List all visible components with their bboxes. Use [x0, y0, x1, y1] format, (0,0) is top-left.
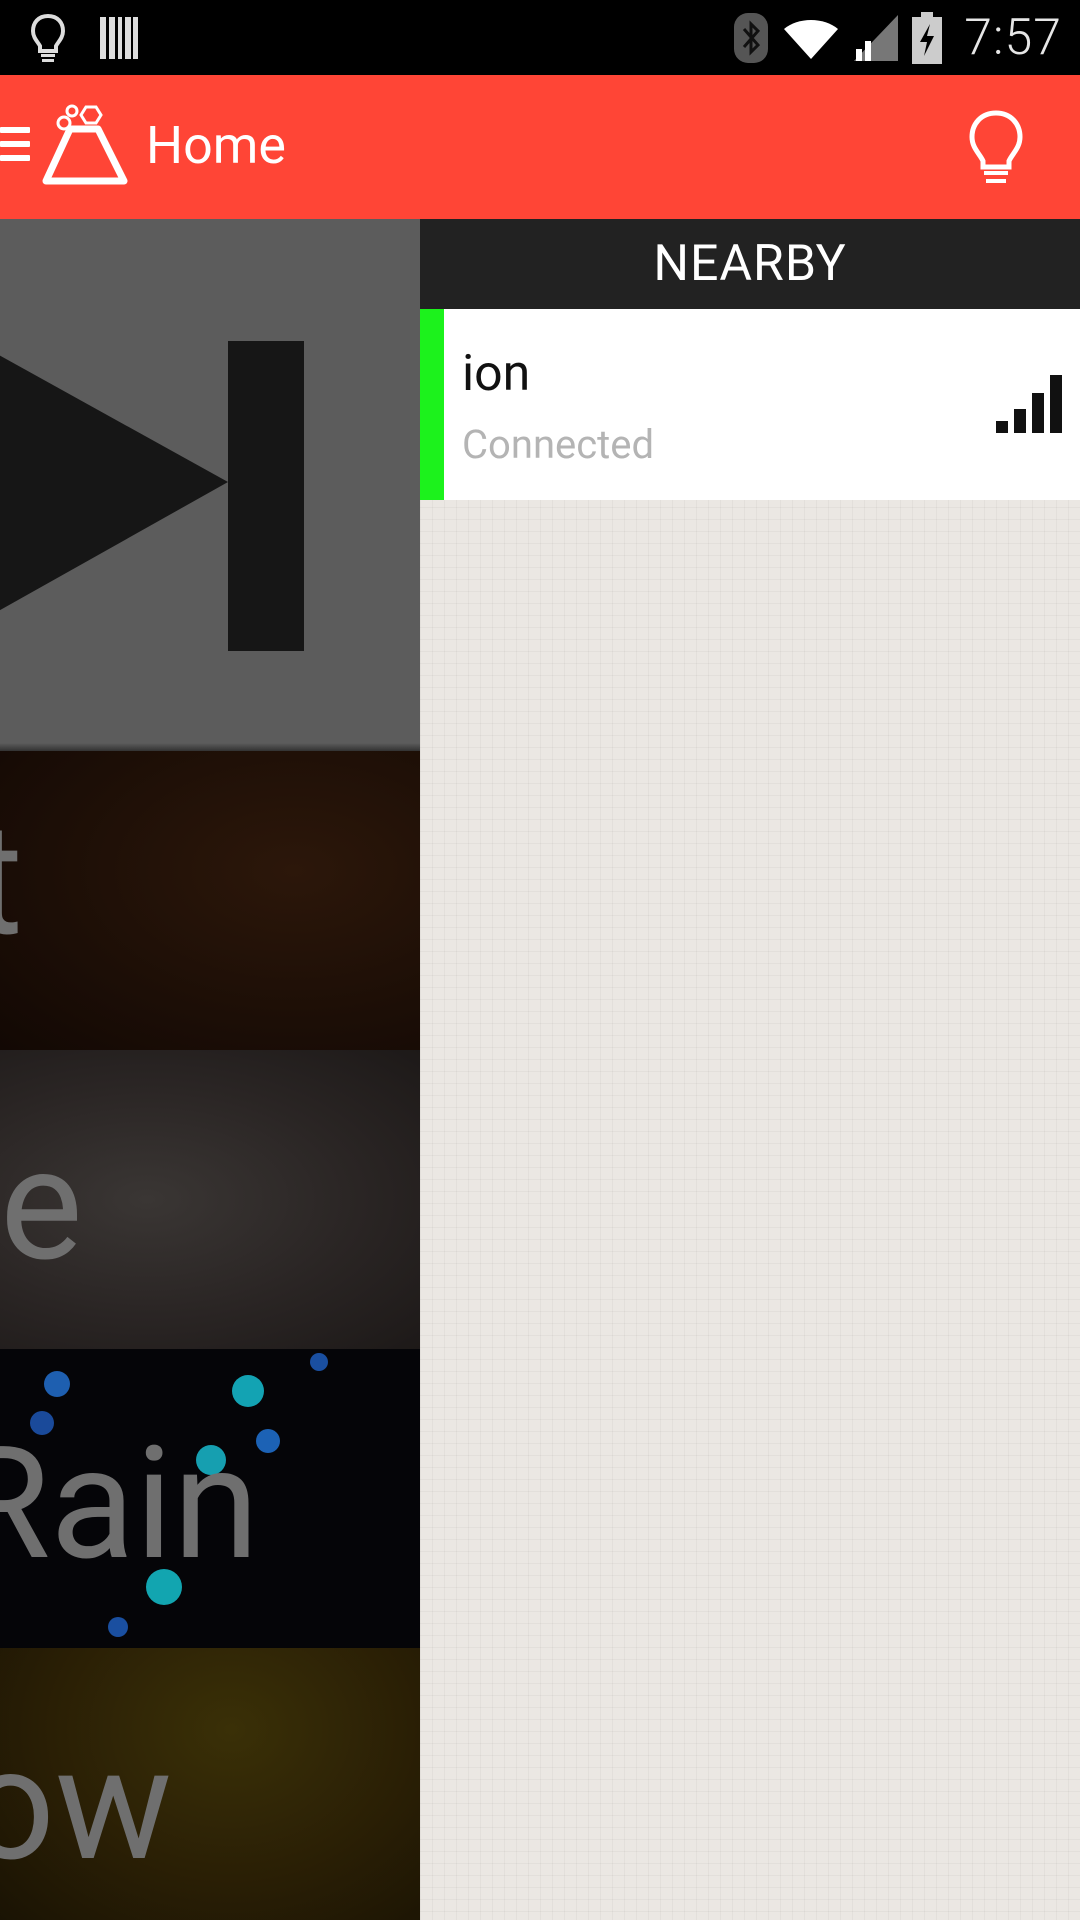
tile-label: ow [0, 1714, 173, 1897]
wifi-icon [782, 15, 840, 61]
bead-decoration [44, 1371, 70, 1397]
tile-label: e [0, 1114, 83, 1297]
page-title: Home [146, 115, 286, 176]
bead-decoration [232, 1375, 264, 1407]
flask-logo-icon[interactable] [42, 101, 128, 187]
tile-effect[interactable]: t [0, 751, 420, 1050]
device-name: ion [462, 345, 531, 403]
tile-effect[interactable]: e [0, 1050, 420, 1349]
tile-label: Rain [0, 1413, 260, 1596]
tile-effect[interactable]: Rain [0, 1349, 420, 1648]
tile-effect[interactable]: ow [0, 1648, 420, 1920]
bead-decoration [256, 1429, 280, 1453]
barcode-icon [100, 15, 138, 61]
lightbulb-icon[interactable] [966, 109, 1026, 185]
status-bar: 7:57 [0, 0, 1080, 75]
effects-list: t e Rain ow [0, 219, 420, 1920]
battery-charging-icon [912, 11, 943, 64]
bluetooth-icon [734, 12, 769, 63]
clock: 7:57 [964, 8, 1062, 67]
action-bar: Home [0, 75, 1080, 219]
nearby-panel: NEARBY ion Connected [420, 219, 1080, 1920]
lightbulb-icon [30, 13, 66, 63]
bead-decoration [108, 1617, 128, 1637]
tile-label: t [0, 803, 23, 959]
device-status: Connected [462, 421, 655, 468]
device-list-item[interactable]: ion Connected [420, 309, 1080, 500]
connection-status-indicator [420, 309, 444, 500]
nearby-header: NEARBY [420, 219, 1080, 309]
skip-next-icon [0, 341, 304, 651]
signal-strength-icon [996, 375, 1062, 433]
tile-skip[interactable] [0, 219, 420, 751]
bead-decoration [310, 1353, 328, 1371]
hamburger-icon[interactable] [0, 127, 30, 167]
cell-signal-icon [854, 14, 899, 61]
